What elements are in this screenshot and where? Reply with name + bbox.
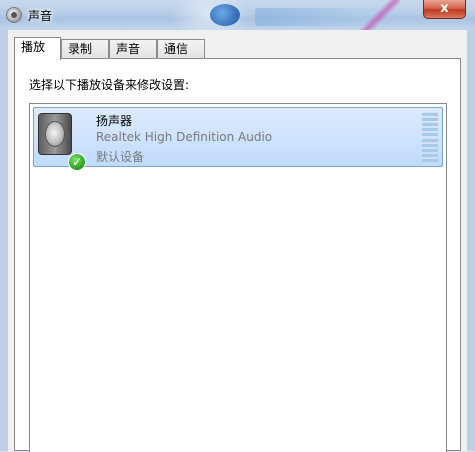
window-frame-right bbox=[467, 30, 475, 451]
speaker-cone bbox=[45, 121, 65, 147]
tab-recording[interactable]: 录制 bbox=[61, 39, 109, 58]
aero-background-streak bbox=[360, 0, 400, 30]
level-segment bbox=[422, 157, 438, 162]
playback-tab-panel: 选择以下播放设备来修改设置: ✓ 扬声器 Realtek High Defini… bbox=[14, 58, 461, 452]
level-segment bbox=[422, 137, 438, 142]
level-segment bbox=[422, 147, 438, 152]
device-driver: Realtek High Definition Audio bbox=[96, 130, 273, 144]
level-segment bbox=[422, 127, 438, 132]
tab-playback[interactable]: 播放 bbox=[14, 37, 61, 60]
level-segment bbox=[422, 122, 438, 127]
aero-background-blur bbox=[255, 8, 375, 26]
device-status: 默认设备 bbox=[96, 150, 145, 164]
level-segment bbox=[422, 152, 438, 157]
level-segment bbox=[422, 142, 438, 147]
tab-sounds[interactable]: 声音 bbox=[109, 39, 157, 58]
volume-level-meter bbox=[422, 112, 438, 162]
tab-communications[interactable]: 通信 bbox=[157, 39, 205, 58]
level-segment bbox=[422, 117, 438, 122]
aero-background-orb bbox=[210, 4, 240, 26]
level-segment bbox=[422, 112, 438, 116]
dialog-client-area: 播放 录制 声音 通信 选择以下播放设备来修改设置: ✓ 扬声器 Realtek… bbox=[8, 30, 467, 452]
window-frame-left bbox=[0, 30, 8, 451]
speaker-icon: ✓ bbox=[38, 113, 86, 171]
device-name: 扬声器 bbox=[96, 114, 133, 128]
speaker-system-icon bbox=[6, 7, 22, 23]
device-item-speakers[interactable]: ✓ 扬声器 Realtek High Definition Audio 默认设备 bbox=[33, 107, 443, 171]
title-bar[interactable]: 声音 x bbox=[0, 0, 475, 30]
instruction-text: 选择以下播放设备来修改设置: bbox=[29, 78, 190, 92]
playback-device-list[interactable]: ✓ 扬声器 Realtek High Definition Audio 默认设备 bbox=[29, 103, 447, 452]
default-check-icon: ✓ bbox=[68, 153, 86, 171]
window-title: 声音 bbox=[28, 9, 53, 23]
level-segment bbox=[422, 132, 438, 137]
close-button[interactable]: x bbox=[423, 0, 466, 19]
